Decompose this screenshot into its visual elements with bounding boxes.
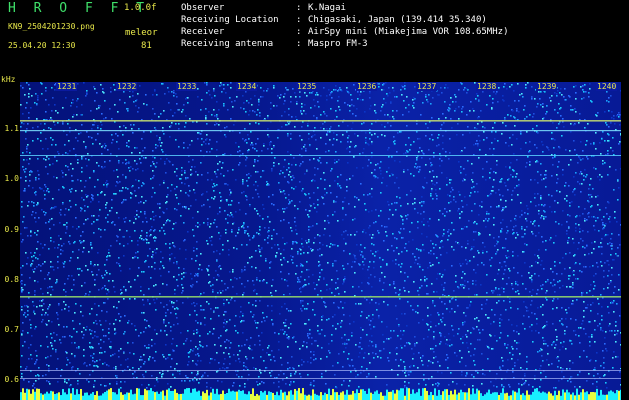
x-tick-1232: 1232 (116, 82, 138, 91)
station-info: Observer: K.Nagai Receiving Location: Chig… (181, 2, 508, 50)
y-tick-0-9: 0.9 (4, 225, 19, 234)
y-tick-0-6: 0.6 (4, 375, 19, 384)
spectrogram-plot[interactable] (20, 82, 621, 400)
file-name: KN9_2504201230.png (8, 22, 95, 31)
y-axis-unit: kHz (1, 75, 16, 84)
x-tick-1239: 1239 (536, 82, 558, 91)
x-tick-1237: 1237 (416, 82, 438, 91)
info-row-location: Receiving Location: Chigasaki, Japan (139… (181, 15, 487, 25)
x-tick-1240: 1240 (596, 82, 618, 91)
meteor-count: 81 (141, 41, 152, 51)
x-tick-1233: 1233 (176, 82, 198, 91)
y-tick-0-7: 0.7 (4, 325, 19, 334)
x-tick-1235: 1235 (296, 82, 318, 91)
info-row-observer: Observer: K.Nagai (181, 3, 346, 13)
spectrogram-canvas (20, 82, 621, 400)
timestamp: 25.04.20 12:30 (8, 41, 76, 50)
x-tick-1238: 1238 (476, 82, 498, 91)
info-row-receiver: Receiver: AirSpy mini (Miakejima VOR 108.… (181, 27, 509, 37)
y-tick-0-8: 0.8 (4, 275, 19, 284)
y-tick-1-1: 1.1 (4, 124, 19, 133)
info-row-antenna: Receiving antenna: Maspro FM-3 (181, 39, 368, 49)
header-panel: H R O F F T 1.0.0f KN9_2504201230.png 25… (0, 0, 629, 82)
y-tick-1-0: 1.0 (4, 174, 19, 183)
meteor-label: meleor (125, 28, 158, 38)
x-tick-1231: 1231 (56, 82, 78, 91)
x-tick-1236: 1236 (356, 82, 378, 91)
x-tick-1234: 1234 (236, 82, 258, 91)
app-version: 1.0.0f (124, 3, 157, 13)
